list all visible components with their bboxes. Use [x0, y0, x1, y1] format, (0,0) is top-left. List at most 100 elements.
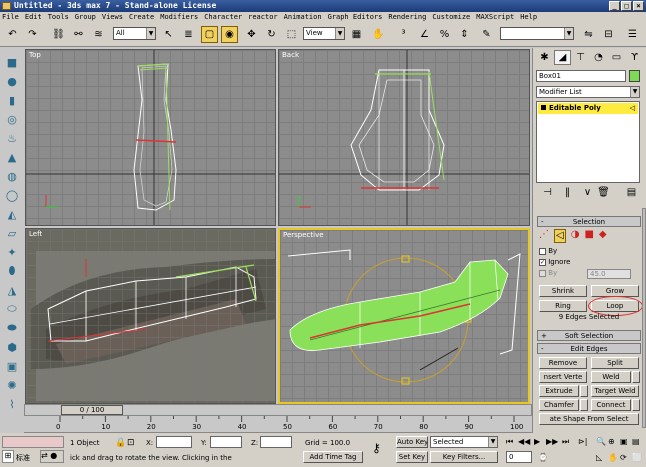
create-shape-button[interactable]: ate Shape From Select	[539, 413, 639, 425]
modify-tab-icon[interactable]: ◢	[554, 50, 571, 65]
lock-selection-icon[interactable]: 🔒	[115, 438, 126, 448]
extrude-button[interactable]: Extrude	[539, 385, 579, 397]
angle-threshold-field[interactable]: 45.0	[587, 269, 631, 279]
viewport-label-left[interactable]: Left	[29, 230, 42, 238]
create-spindle-icon[interactable]: ⬮	[4, 263, 20, 279]
create-sphere-icon[interactable]: ●	[4, 73, 20, 89]
zoom-all-icon[interactable]: ⊕	[608, 437, 615, 446]
close-button[interactable]: ×	[633, 1, 644, 11]
create-plane-icon[interactable]: ▱	[4, 225, 20, 241]
zoom-icon[interactable]: 🔍	[596, 437, 606, 446]
named-selection-sets-dropdown[interactable]: ▼	[500, 27, 574, 40]
command-panel-scrollbar[interactable]	[642, 208, 646, 428]
absolute-mode-icon[interactable]: ⊡	[127, 438, 135, 448]
percent-snap-icon[interactable]: %	[436, 26, 453, 43]
redo-icon[interactable]: ↷	[24, 26, 41, 43]
select-and-rotate-icon[interactable]: ↻	[263, 26, 280, 43]
menu-modifiers[interactable]: Modifiers	[160, 12, 198, 23]
create-geosphere-icon[interactable]: ◍	[4, 168, 20, 184]
maxscript-listener-mini[interactable]	[2, 436, 64, 448]
connect-settings-button[interactable]	[632, 399, 640, 411]
viewport-top[interactable]: Top	[25, 49, 276, 226]
menu-tools[interactable]: Tools	[48, 12, 69, 23]
reference-coordinate-dropdown[interactable]: View ▼	[303, 27, 345, 40]
key-filters-button[interactable]: Key Filters...	[430, 451, 498, 463]
current-frame-field[interactable]: 0	[506, 451, 532, 463]
connect-button[interactable]: Connect	[591, 399, 631, 411]
menu-character[interactable]: Character	[204, 12, 242, 23]
menu-reactor[interactable]: reactor	[248, 12, 278, 23]
menu-edit[interactable]: Edit	[25, 12, 42, 23]
next-frame-icon[interactable]: ▶▶	[546, 437, 558, 446]
snaps-toggle-icon[interactable]: ³	[395, 26, 412, 43]
create-torus-icon[interactable]: ◎	[4, 111, 20, 127]
select-by-name-icon[interactable]: ≣	[180, 26, 197, 43]
time-configuration-icon[interactable]: ⌚	[538, 453, 548, 462]
x-coordinate-field[interactable]	[156, 436, 192, 448]
menu-help[interactable]: Help	[520, 12, 537, 23]
rectangular-selection-icon[interactable]: ▢	[201, 26, 218, 43]
remove-modifier-icon[interactable]: 🗑	[595, 185, 612, 200]
pivot-center-icon[interactable]: ▦	[348, 26, 365, 43]
go-to-end-icon[interactable]: ⏭	[562, 437, 569, 447]
menu-create[interactable]: Create	[129, 12, 154, 23]
track-bar[interactable]: 0 10 20 30 40 50 60 70 80 90 100	[24, 416, 532, 433]
menu-views[interactable]: Views	[102, 12, 123, 23]
menu-rendering[interactable]: Rendering	[388, 12, 426, 23]
polygon-level-icon[interactable]: ■	[584, 229, 593, 243]
ime-indicator-icon[interactable]: ⊞	[2, 450, 14, 463]
ring-button[interactable]: Ring	[539, 300, 587, 312]
object-name-field[interactable]: Box01	[536, 70, 626, 82]
edge-level-icon[interactable]: ◁	[554, 229, 566, 243]
set-key-button[interactable]: Set Key	[396, 451, 428, 463]
create-ringwave-icon[interactable]: ✺	[4, 377, 20, 393]
named-selection-icon[interactable]: ✎	[478, 26, 495, 43]
modifier-list-dropdown[interactable]: Modifier List ▼	[536, 86, 640, 98]
undo-icon[interactable]: ↶	[4, 26, 21, 43]
configure-modifier-sets-icon[interactable]: ▤	[623, 185, 640, 200]
object-color-swatch[interactable]	[629, 70, 640, 82]
viewport-label-back[interactable]: Back	[282, 51, 299, 59]
menu-group[interactable]: Group	[75, 12, 96, 23]
ime-toolbar[interactable]: ⇄ ●	[40, 450, 64, 463]
bind-space-warp-icon[interactable]: ≋	[90, 26, 107, 43]
time-slider-thumb[interactable]: 0 / 100	[61, 405, 123, 415]
chamfer-button[interactable]: Chamfer	[539, 399, 579, 411]
key-mode-dropdown[interactable]: Selected ▼	[430, 436, 498, 448]
viewport-perspective[interactable]: Perspective	[278, 228, 530, 404]
create-prism-icon[interactable]: ◮	[4, 282, 20, 298]
maximize-viewport-icon[interactable]: ⬜	[632, 453, 642, 462]
create-pyramid-icon[interactable]: ◭	[4, 206, 20, 222]
weld-settings-button[interactable]	[632, 371, 640, 383]
ignore-backfacing-checkbox[interactable]: ✓	[539, 258, 546, 266]
viewport-back[interactable]: Back	[278, 49, 530, 226]
show-end-result-icon[interactable]: ‖	[559, 185, 576, 200]
border-level-icon[interactable]: ◑	[571, 229, 580, 243]
create-teapot-icon[interactable]: ♨	[4, 130, 20, 146]
menu-graph-editors[interactable]: Graph Editors	[328, 12, 383, 23]
arc-rotate-icon[interactable]: ⟳	[620, 453, 627, 462]
layer-manager-icon[interactable]: ☰	[624, 26, 641, 43]
maximize-button[interactable]: □	[621, 1, 632, 11]
mirror-icon[interactable]: ⇋	[580, 26, 597, 43]
viewport-label-perspective[interactable]: Perspective	[283, 231, 324, 239]
target-weld-button[interactable]: Target Weld	[591, 385, 639, 397]
remove-button[interactable]: Remove	[539, 357, 587, 369]
create-cone-icon[interactable]: ▲	[4, 149, 20, 165]
select-and-move-icon[interactable]: ✥	[243, 26, 260, 43]
zoom-extents-icon[interactable]: ▣	[620, 437, 628, 446]
create-capsule-icon[interactable]: ⬭	[4, 301, 20, 317]
split-button[interactable]: Split	[591, 357, 639, 369]
motion-tab-icon[interactable]: ◔	[590, 50, 607, 65]
menu-file[interactable]: File	[2, 12, 19, 23]
selection-rollout[interactable]: - Selection	[537, 216, 641, 227]
chamfer-settings-button[interactable]	[580, 399, 588, 411]
display-tab-icon[interactable]: ▭	[608, 50, 625, 65]
extrude-settings-button[interactable]	[580, 385, 588, 397]
zoom-extents-all-icon[interactable]: ▤	[632, 437, 640, 446]
pan-icon[interactable]: ✋	[608, 453, 618, 462]
shrink-button[interactable]: Shrink	[539, 285, 587, 297]
angle-snap-icon[interactable]: ∠	[416, 26, 433, 43]
menu-customize[interactable]: Customize	[432, 12, 470, 23]
add-time-tag-button[interactable]: Add Time Tag	[303, 451, 363, 463]
